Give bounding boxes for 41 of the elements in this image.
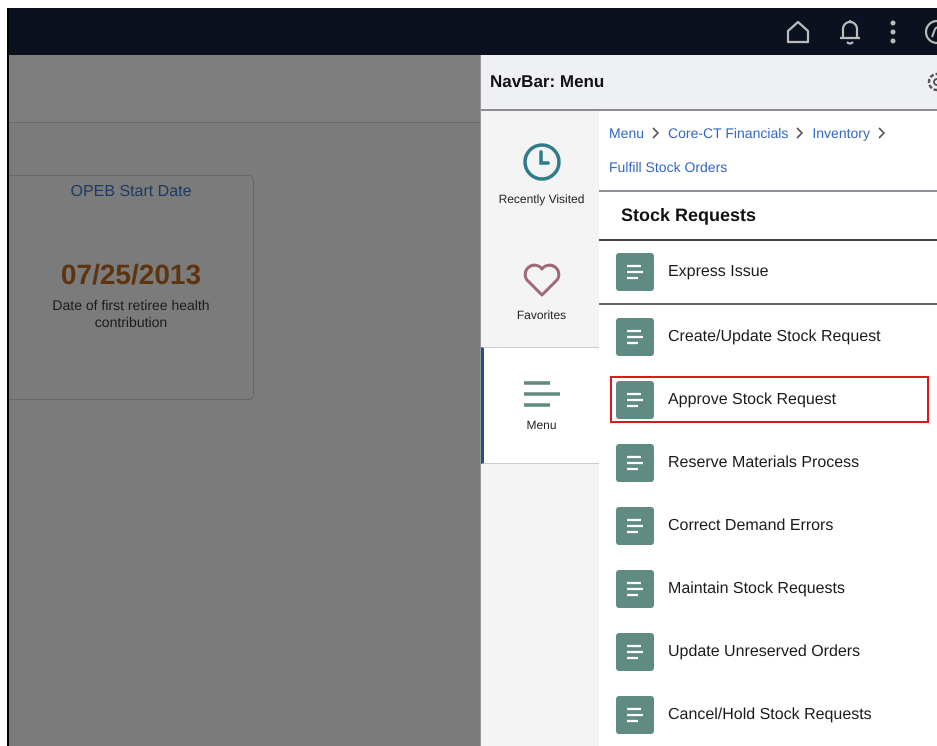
rail-tab[interactable]: Recently Visited	[481, 111, 599, 236]
menu-item[interactable]: Maintain Stock Requests	[599, 557, 937, 620]
rail-label: Recently Visited	[498, 192, 584, 206]
chevron-icon	[878, 127, 886, 139]
breadcrumb-link[interactable]: Fulfill Stock Orders	[609, 159, 728, 175]
menu-item[interactable]: Correct Demand Errors	[599, 494, 937, 557]
document-icon	[616, 570, 654, 608]
home-icon[interactable]	[785, 18, 811, 44]
breadcrumb-link[interactable]: Menu	[609, 125, 644, 141]
breadcrumb-link[interactable]: Inventory	[812, 125, 870, 141]
panel-title: NavBar: Menu	[490, 72, 604, 92]
document-icon	[616, 444, 654, 482]
menu-item[interactable]: Cancel/Hold Stock Requests	[599, 683, 937, 746]
menu-item[interactable]: Express Issue	[599, 241, 937, 305]
compass-icon[interactable]	[923, 18, 937, 46]
bell-icon[interactable]	[837, 18, 863, 46]
card-title: OPEB Start Date	[70, 183, 192, 201]
document-icon	[616, 318, 654, 356]
menu-item[interactable]: Reserve Materials Process	[599, 431, 937, 494]
card-date: 07/25/2013	[60, 259, 202, 291]
menu-item[interactable]: Update Unreserved Orders	[599, 620, 937, 683]
rail-label: Menu	[526, 418, 557, 432]
breadcrumb-link[interactable]: Core-CT Financials	[668, 125, 788, 141]
document-icon	[616, 506, 654, 544]
more-icon[interactable]	[889, 18, 897, 44]
document-icon	[616, 380, 654, 418]
rail-label: Favorites	[516, 308, 566, 322]
card-caption: Date of first retiree health contribution	[51, 297, 211, 331]
document-icon	[616, 632, 654, 670]
rail-tab[interactable]: Favorites	[481, 236, 599, 347]
clock-icon	[522, 142, 562, 182]
menu-icon	[522, 380, 562, 408]
document-icon	[616, 696, 654, 734]
heart-icon	[522, 262, 562, 298]
section-heading: Stock Requests	[599, 192, 937, 241]
chevron-icon	[652, 127, 660, 139]
chevron-icon	[796, 127, 804, 139]
highlighted-menu-item[interactable]: Approve Stock Request	[602, 368, 937, 431]
rail-tab[interactable]: Menu	[481, 347, 599, 464]
document-icon	[616, 253, 654, 291]
menu-item[interactable]: Create/Update Stock Request	[599, 305, 937, 368]
